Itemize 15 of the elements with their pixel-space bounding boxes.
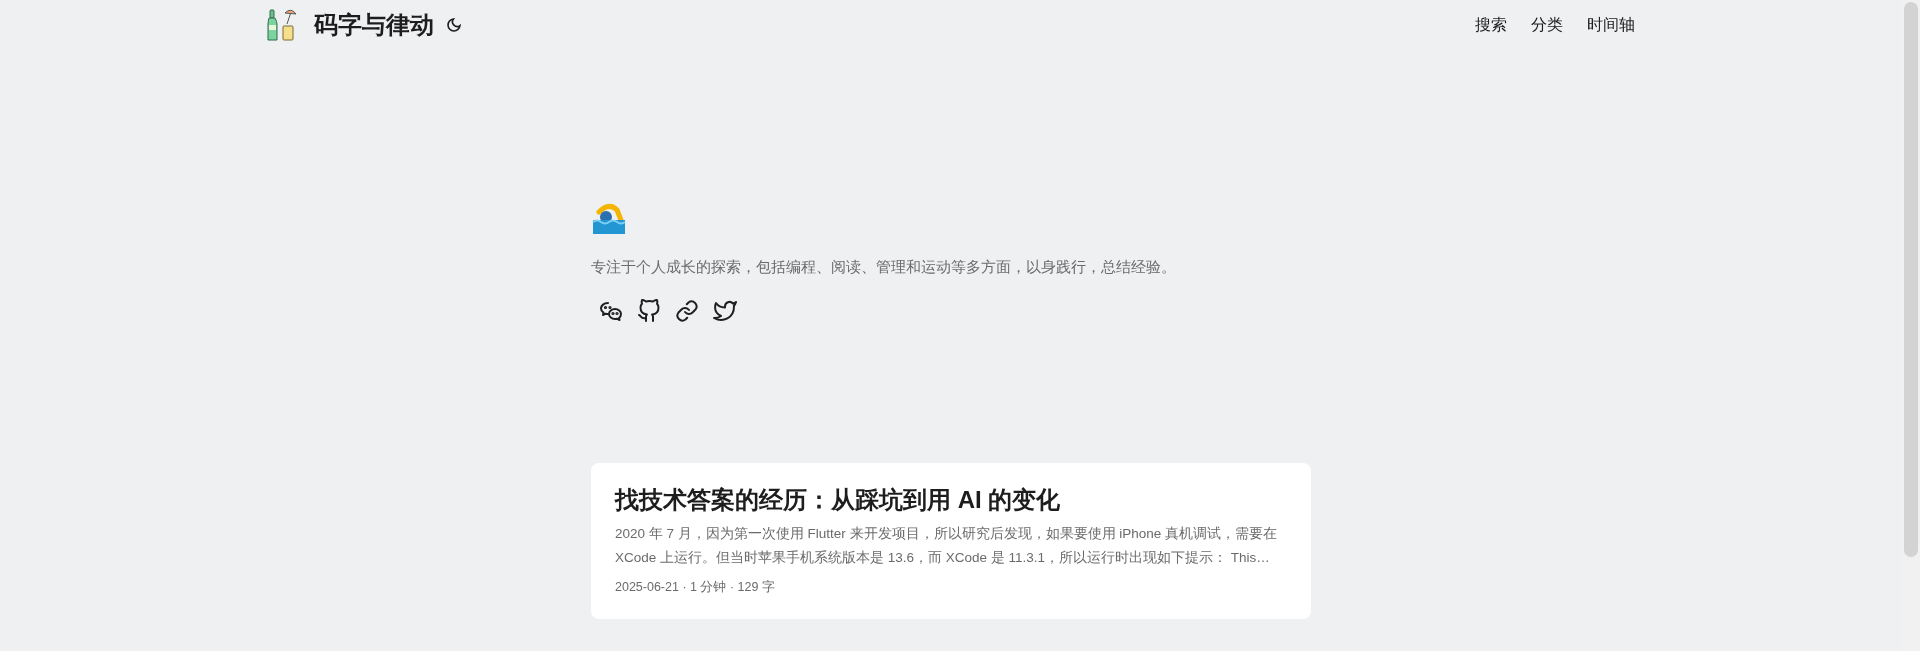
link-icon[interactable] [675, 298, 699, 323]
scrollbar-thumb[interactable] [1904, 2, 1918, 557]
nav-link[interactable]: 时间轴 [1585, 9, 1637, 41]
bird-icon[interactable] [713, 298, 737, 323]
nav-link[interactable]: 搜索 [1473, 9, 1509, 41]
post-excerpt: 2020 年 7 月，因为第一次使用 Flutter 来开发项目，所以研究后发现，如果要使用 iPhone 真机调试，需要在 XCode 上运行。但当时苹果手机系统版本是 13.6，而 XCode 是 11.3.1，所以运行时出现如下提示： This… [615, 525, 1279, 568]
post-title[interactable]: 找技术答案的经历：从踩坑到用 AI 的变化 [615, 482, 1287, 517]
profile-description: 专注于个人成长的探索，包括编程、阅读、管理和运动等多方面，以身践行，总结经验。 [591, 257, 1177, 277]
post-meta: 2025-06-21 · 1 分钟 · 129 字 [615, 579, 776, 597]
github-icon[interactable] [637, 298, 661, 323]
nav-link[interactable]: 分类 [1529, 9, 1565, 41]
site-title[interactable]: 码字与律动 [314, 7, 434, 43]
bottles-logo-drawing[interactable] [265, 8, 297, 42]
post-card[interactable]: 找技术答案的经历：从踩坑到用 AI 的变化 2020 年 7 月，因为第一次使用 Flutter 来开发项目，所以研究后发现，如果要使用 iPhone 真机调试，需要在 XCode 上运行。但当时苹果手机系统版本是 13.6，而 XCode 是 11.3.1，所以运行时出现如下提示： This… 2025-06-21 · 1 分钟 · 129 字 [591, 462, 1311, 619]
moon-icon[interactable] [446, 17, 462, 33]
